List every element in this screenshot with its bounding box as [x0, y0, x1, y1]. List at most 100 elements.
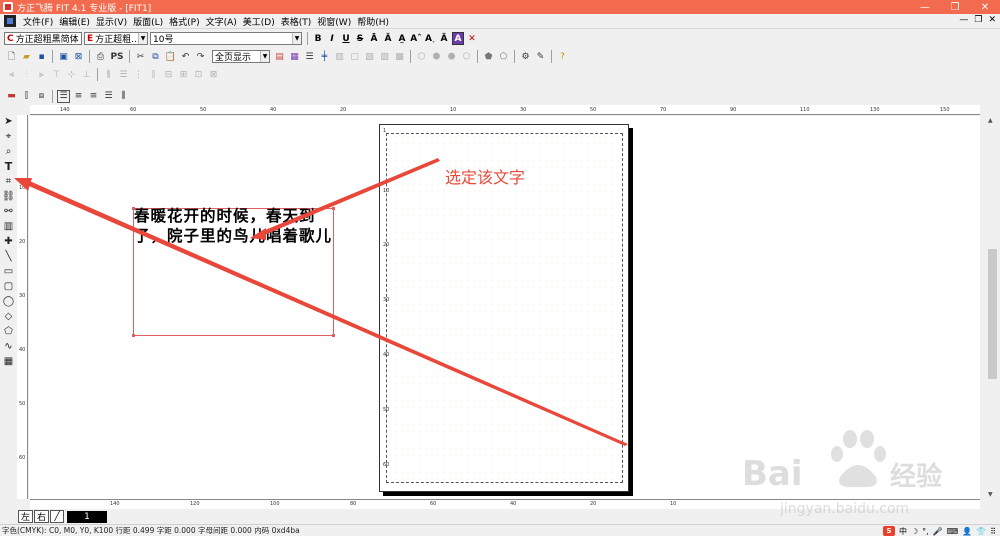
- horizontal-ruler[interactable]: 140 60 50 40 20 10 30 50 70 90 110 130 1…: [30, 105, 980, 115]
- distribute-width-icon[interactable]: ⫿: [147, 68, 160, 81]
- vertical-ruler[interactable]: 10 20 30 40 50 60: [17, 115, 28, 499]
- baseline-icon[interactable]: ☰: [303, 50, 316, 63]
- text-tool-icon[interactable]: T: [2, 160, 15, 173]
- frame-handle[interactable]: [132, 334, 135, 337]
- select-arrow-icon[interactable]: ➤: [2, 115, 15, 128]
- distribute-h-icon[interactable]: ⫼: [102, 68, 115, 81]
- left-page-button[interactable]: 左: [18, 510, 34, 523]
- menu-format[interactable]: 格式(P): [166, 15, 202, 28]
- vertical-scrollbar[interactable]: ▲ ▼: [985, 115, 1000, 500]
- keyboard-icon[interactable]: ⌨: [947, 527, 959, 536]
- minimize-button[interactable]: —: [910, 0, 940, 14]
- shadow-text-icon[interactable]: A̰: [396, 32, 408, 45]
- grid-menu-icon[interactable]: ⠿: [990, 527, 996, 536]
- doc-minimize-button[interactable]: —: [959, 15, 968, 25]
- print-icon[interactable]: ⎙: [94, 50, 107, 63]
- undo-icon[interactable]: ↶: [179, 50, 192, 63]
- bezier-tool-icon[interactable]: ∿: [2, 340, 15, 353]
- redo-icon[interactable]: ↷: [194, 50, 207, 63]
- chinese-font-select[interactable]: C 方正超粗黑简体: [4, 32, 82, 45]
- same-size-icon[interactable]: ⊞: [177, 68, 190, 81]
- align-left-icon[interactable]: ☰: [57, 89, 70, 103]
- copy-icon[interactable]: ⧉: [149, 50, 162, 63]
- document-icon[interactable]: [4, 15, 16, 27]
- menu-text[interactable]: 文字(A): [203, 15, 240, 28]
- ellipse-tool-icon[interactable]: ◯: [2, 295, 15, 308]
- save-icon[interactable]: ▪: [35, 50, 48, 63]
- microphone-icon[interactable]: 🎤: [933, 527, 943, 536]
- zoom-icon[interactable]: ⌕: [2, 145, 15, 158]
- send-back-icon[interactable]: ⬠: [497, 50, 510, 63]
- doc-restore-button[interactable]: ❐: [974, 15, 982, 25]
- import-icon[interactable]: ▣: [57, 50, 70, 63]
- show-page-icon[interactable]: ▤: [273, 50, 286, 63]
- justify-icon[interactable]: ☰: [102, 90, 115, 103]
- properties-icon[interactable]: ⚙: [519, 50, 532, 63]
- rectangle-tool-icon[interactable]: ▭: [2, 265, 15, 278]
- table-tool-icon[interactable]: ▦: [2, 355, 15, 368]
- frame-text[interactable]: 春暖花开的时候，春天到了，院子里的鸟儿唱着歌儿: [134, 206, 335, 246]
- guides-icon[interactable]: ╪: [318, 50, 331, 63]
- align-left-edge-icon[interactable]: ⫷: [5, 68, 18, 81]
- align-center-v-icon[interactable]: ⊹: [65, 68, 78, 81]
- english-font-select[interactable]: E 方正超粗... ▼: [84, 32, 148, 45]
- bold-button[interactable]: B: [312, 32, 324, 45]
- scroll-up-icon[interactable]: ▲: [988, 117, 993, 124]
- columns-icon[interactable]: ▥: [333, 50, 346, 63]
- punctuation-icon[interactable]: °,: [922, 527, 929, 536]
- menu-help[interactable]: 帮助(H): [354, 15, 392, 28]
- text-effect-icon[interactable]: Ā: [368, 32, 380, 45]
- align-center-icon[interactable]: ≡: [72, 90, 85, 103]
- paste-icon[interactable]: 📋: [164, 50, 177, 63]
- help-icon[interactable]: ?: [556, 50, 569, 63]
- align-right-icon[interactable]: ≡: [87, 90, 100, 103]
- maximize-button[interactable]: ❐: [940, 0, 970, 14]
- underline-button[interactable]: U: [340, 32, 352, 45]
- grid-icon[interactable]: ▦: [288, 50, 301, 63]
- menu-layout[interactable]: 版面(L): [130, 15, 166, 28]
- chevron-down-icon[interactable]: ▼: [138, 33, 147, 44]
- layer-icon[interactable]: ▧: [363, 50, 376, 63]
- clear-format-icon[interactable]: ✕: [466, 32, 478, 45]
- close-button[interactable]: ✕: [970, 0, 1000, 14]
- master-page-icon[interactable]: ╱: [50, 510, 65, 523]
- menu-file[interactable]: 文件(F): [20, 15, 56, 28]
- chevron-down-icon[interactable]: ▼: [292, 33, 301, 44]
- frame-handle[interactable]: [332, 334, 335, 337]
- diamond-tool-icon[interactable]: ◇: [2, 310, 15, 323]
- distribute-space-icon[interactable]: ⋮: [132, 68, 145, 81]
- scroll-thumb[interactable]: [988, 249, 997, 379]
- crop-icon[interactable]: ⌗: [2, 175, 15, 188]
- text-direction-icon[interactable]: ▬: [5, 90, 18, 103]
- font-size-select[interactable]: 10号 ▼: [150, 32, 302, 45]
- align-center-h-icon[interactable]: ⫶: [20, 68, 33, 81]
- text-frame[interactable]: 春暖花开的时候，春天到了，院子里的鸟儿唱着歌儿: [132, 206, 335, 337]
- open-folder-icon[interactable]: ▰: [20, 50, 33, 63]
- superscript-icon[interactable]: Aˆ: [410, 32, 422, 45]
- polygon-tool-icon[interactable]: ⬠: [2, 325, 15, 338]
- strikethrough-button[interactable]: S: [354, 32, 366, 45]
- link-frames-icon[interactable]: ⛓: [2, 190, 15, 203]
- same-height-icon[interactable]: ⊠: [207, 68, 220, 81]
- distribute-v-icon[interactable]: ☰: [117, 68, 130, 81]
- distribute-icon[interactable]: ⫼: [117, 90, 130, 103]
- chevron-down-icon[interactable]: ▼: [260, 51, 269, 62]
- new-file-icon[interactable]: 🗋: [5, 50, 18, 63]
- scale-text-icon[interactable]: Ä: [438, 32, 450, 45]
- doc-close-button[interactable]: ✕: [988, 15, 996, 25]
- bring-front-icon[interactable]: ⬟: [482, 50, 495, 63]
- align-bottom-edge-icon[interactable]: ⊥: [80, 68, 93, 81]
- lock-icon[interactable]: ⬣: [445, 50, 458, 63]
- crosshair-icon[interactable]: ✚: [2, 235, 15, 248]
- unlock-icon[interactable]: ⬠: [460, 50, 473, 63]
- ungroup-icon[interactable]: ⬢: [430, 50, 443, 63]
- outline-text-icon[interactable]: Ă: [382, 32, 394, 45]
- shirt-icon[interactable]: 👕: [976, 527, 986, 536]
- ime-mode[interactable]: 中: [899, 526, 907, 536]
- link-icon[interactable]: ▨: [378, 50, 391, 63]
- same-width-icon[interactable]: ⊡: [192, 68, 205, 81]
- line-tool-icon[interactable]: ╲: [2, 250, 15, 263]
- align-top-edge-icon[interactable]: ⊤: [50, 68, 63, 81]
- vertical-text-icon[interactable]: ⫿: [20, 90, 33, 103]
- page-number-tab[interactable]: 1: [67, 510, 108, 523]
